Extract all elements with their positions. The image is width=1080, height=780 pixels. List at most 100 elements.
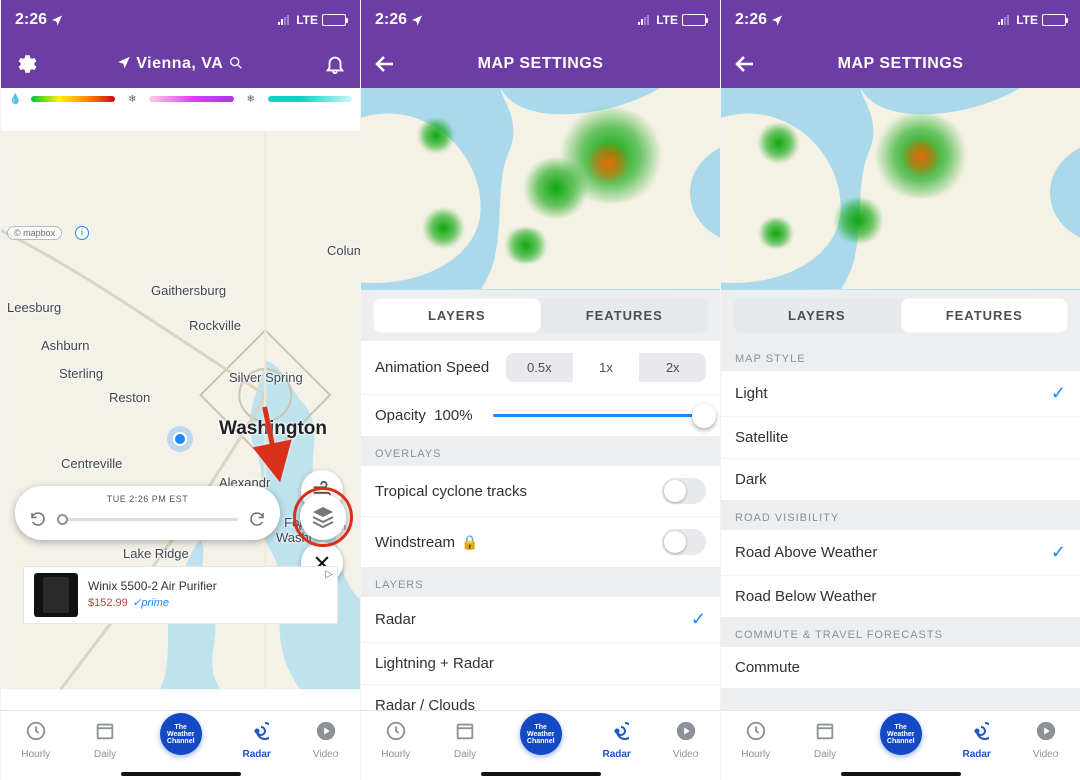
segment-layers[interactable]: LAYERS	[373, 298, 541, 333]
row-lightning-radar[interactable]: Lightning + Radar	[361, 642, 720, 684]
app-bar: Vienna, VA	[1, 40, 360, 88]
opacity-slider[interactable]	[493, 414, 706, 417]
rain-icon: 💧	[9, 94, 19, 105]
layers-icon	[311, 505, 335, 529]
tab-video[interactable]: Video	[1032, 717, 1060, 760]
row-style-light[interactable]: Light✓	[721, 371, 1080, 416]
row-radar[interactable]: Radar✓	[361, 597, 720, 642]
city-label: Colum	[327, 243, 360, 258]
tab-home[interactable]: The Weather Channel	[520, 713, 562, 755]
arrow-left-icon	[733, 52, 757, 76]
tab-video[interactable]: Video	[312, 717, 340, 760]
check-icon: ✓	[1051, 542, 1066, 563]
city-label: Lake Ridge	[123, 546, 189, 561]
layers-fab[interactable]	[300, 494, 346, 540]
segment-features[interactable]: FEATURES	[901, 298, 1069, 333]
twc-logo-icon: The Weather Channel	[520, 713, 562, 755]
mix-icon: ❄︎	[127, 94, 137, 105]
battery-icon	[322, 14, 346, 26]
row-tropical-cyclone[interactable]: Tropical cyclone tracks	[361, 466, 720, 516]
city-label: Silver Spring	[229, 370, 303, 385]
section-map-style: MAP STYLE	[721, 341, 1080, 371]
speed-0-5x[interactable]: 0.5x	[506, 353, 573, 382]
row-opacity: Opacity 100%	[361, 394, 720, 436]
clock-icon	[385, 720, 407, 742]
tab-radar[interactable]: Radar	[242, 717, 270, 760]
signal-icon	[638, 15, 652, 25]
tab-daily[interactable]: Daily	[451, 717, 479, 760]
ad-banner[interactable]: Winix 5500-2 Air Purifier $152.99 ✓prime…	[23, 566, 338, 624]
row-road-above[interactable]: Road Above Weather✓	[721, 530, 1080, 575]
panel-settings-features: 2:26 LTE MAP SETTINGS LAYERS FEATURES MA…	[720, 0, 1080, 780]
toggle-tropical[interactable]	[662, 478, 706, 504]
tab-home[interactable]: The Weather Channel	[160, 713, 202, 755]
check-icon: ✓	[691, 609, 706, 630]
tab-bar: Hourly Daily The Weather Channel Radar V…	[721, 710, 1080, 780]
tab-daily[interactable]: Daily	[811, 717, 839, 760]
time-slider[interactable]	[57, 518, 238, 521]
speed-1x[interactable]: 1x	[573, 353, 640, 382]
location-title[interactable]: Vienna, VA	[117, 55, 243, 73]
app-bar: MAP SETTINGS	[721, 40, 1080, 88]
row-style-satellite[interactable]: Satellite	[721, 416, 1080, 458]
radar-map[interactable]: © mapbox i Colum Gaithersburg Rockville …	[1, 110, 360, 710]
status-bar: 2:26 LTE	[361, 0, 720, 40]
row-commute[interactable]: Commute	[721, 647, 1080, 688]
lock-icon: 🔒	[461, 534, 478, 551]
tab-radar[interactable]: Radar	[602, 717, 630, 760]
location-arrow-icon	[771, 14, 783, 26]
map-legend: 💧 ❄︎ ❄	[1, 88, 360, 110]
mapbox-attribution: © mapbox	[7, 226, 62, 240]
battery-icon	[682, 14, 706, 26]
gear-icon[interactable]	[13, 52, 37, 76]
ad-price: $152.99	[88, 597, 128, 609]
back-button[interactable]	[733, 52, 757, 76]
info-icon[interactable]: i	[75, 226, 89, 240]
back-button[interactable]	[373, 52, 397, 76]
history-back-icon	[29, 510, 47, 528]
tab-hourly[interactable]: Hourly	[741, 717, 770, 760]
clock-icon	[745, 720, 767, 742]
tab-radar[interactable]: Radar	[962, 717, 990, 760]
tab-home[interactable]: The Weather Channel	[880, 713, 922, 755]
twc-logo-icon: The Weather Channel	[880, 713, 922, 755]
tab-hourly[interactable]: Hourly	[381, 717, 410, 760]
bell-icon[interactable]	[324, 53, 346, 75]
current-location-dot	[173, 432, 187, 446]
twc-logo-icon: The Weather Channel	[160, 713, 202, 755]
layers-features-segment[interactable]: LAYERS FEATURES	[373, 298, 708, 333]
panel-main-map: 2:26 LTE Vienna, VA 💧 ❄︎ ❄	[0, 0, 360, 780]
layers-features-segment[interactable]: LAYERS FEATURES	[733, 298, 1068, 333]
status-bar: 2:26 LTE	[721, 0, 1080, 40]
city-label: Gaithersburg	[151, 283, 226, 298]
segment-features[interactable]: FEATURES	[541, 298, 709, 333]
row-style-dark[interactable]: Dark	[721, 458, 1080, 500]
play-icon	[675, 720, 697, 742]
row-road-below[interactable]: Road Below Weather	[721, 575, 1080, 617]
section-layers: LAYERS	[361, 567, 720, 597]
ad-choices-icon[interactable]: ▷	[325, 569, 333, 580]
page-title: MAP SETTINGS	[838, 55, 964, 73]
city-label: Sterling	[59, 366, 103, 381]
speed-segment[interactable]: 0.5x 1x 2x	[506, 353, 706, 382]
snow-icon: ❄	[246, 94, 256, 105]
tab-hourly[interactable]: Hourly	[21, 717, 50, 760]
app-bar: MAP SETTINGS	[361, 40, 720, 88]
radar-icon	[605, 719, 629, 743]
status-time: 2:26	[15, 11, 47, 29]
play-icon	[315, 720, 337, 742]
toggle-windstream[interactable]	[662, 529, 706, 555]
segment-layers[interactable]: LAYERS	[733, 298, 901, 333]
ad-prime-badge: ✓prime	[132, 597, 169, 609]
tab-video[interactable]: Video	[672, 717, 700, 760]
home-indicator	[121, 772, 241, 776]
row-radar-clouds[interactable]: Radar / Clouds	[361, 684, 720, 710]
speed-2x[interactable]: 2x	[639, 353, 706, 382]
tab-daily[interactable]: Daily	[91, 717, 119, 760]
tab-bar: Hourly Daily The Weather Channel Radar V…	[361, 710, 720, 780]
play-icon	[1035, 720, 1057, 742]
history-forward-button[interactable]	[246, 508, 268, 530]
row-windstream[interactable]: Windstream🔒	[361, 516, 720, 567]
history-back-button[interactable]	[27, 508, 49, 530]
panel-settings-layers: 2:26 LTE MAP SETTINGS LAYERS FEATURES An…	[360, 0, 720, 780]
